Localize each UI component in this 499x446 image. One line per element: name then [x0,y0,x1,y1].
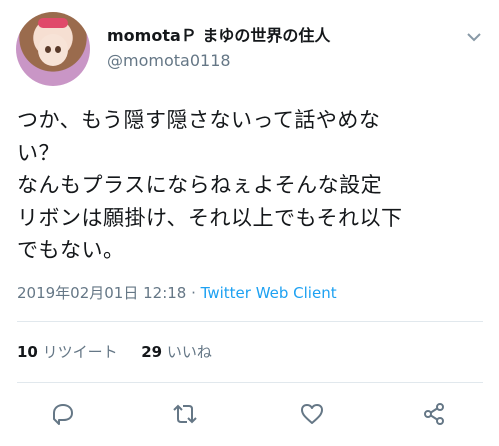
tweet-meta: 2019年02月01日 12:18 · Twitter Web Client [17,283,337,303]
retweet-stat[interactable]: 10 リツイート [17,343,118,361]
retweet-count: 10 [17,343,38,361]
retweet-icon[interactable] [171,400,199,428]
tweet-line: リボンは願掛け、それ以上でもそれ以下 [17,205,403,230]
reply-icon[interactable] [49,400,77,428]
tweet-line: つか、もう隠す隠さないって話やめな [17,108,381,132]
avatar[interactable] [16,12,90,86]
divider [17,321,483,322]
timestamp[interactable]: 2019年02月01日 12:18 [17,284,186,302]
tweet-stats: 10 リツイート 29 いいね [17,342,212,362]
retweet-label: リツイート [42,343,118,361]
like-count: 29 [141,343,163,361]
tweet-line: なんもプラスにならねぇよそんな設定 [17,173,383,197]
tweet-line: でもない。 [17,238,125,262]
display-name[interactable]: momotaＰ まゆの世界の住人 [107,26,330,46]
heart-icon[interactable] [298,400,326,428]
like-label: いいね [166,343,212,361]
divider [17,382,483,383]
meta-separator: · [186,284,201,302]
avatar-face [38,34,68,66]
tweet-text: つか、もう隠す隠さないって話やめな い？ なんもプラスにならねぇよそんな設定 リ… [17,104,487,267]
tweet-header: momotaＰ まゆの世界の住人 @momota0118 [0,0,499,90]
avatar-bow [38,18,68,28]
avatar-eye-left [45,46,51,53]
source-link[interactable]: Twitter Web Client [201,284,337,302]
chevron-down-icon[interactable] [466,28,482,42]
action-bar [0,392,499,442]
tweet-line: い？ [17,140,60,165]
share-icon[interactable] [420,400,448,428]
user-handle[interactable]: @momota0118 [107,51,231,71]
avatar-eye-right [55,46,61,53]
like-stat[interactable]: 29 いいね [141,343,212,361]
